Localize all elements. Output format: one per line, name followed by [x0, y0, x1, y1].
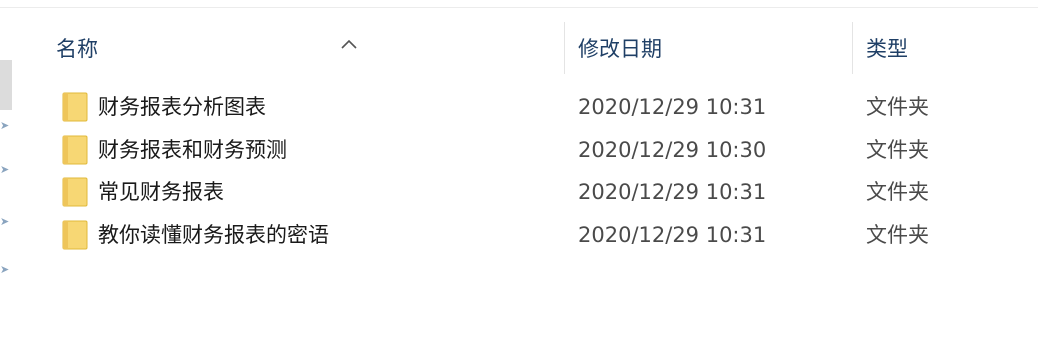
pin-icon[interactable]: ➤: [0, 120, 10, 132]
item-date-modified: 2020/12/29 10:31: [578, 95, 767, 119]
item-date-modified: 2020/12/29 10:30: [578, 137, 767, 162]
column-header-type[interactable]: 类型: [866, 22, 1026, 74]
list-item[interactable]: 教你读懂财务报表的密语 2020/12/29 10:31 文件夹: [56, 214, 1036, 257]
file-explorer-window: ➤ ➤ ➤ ➤ 名称 修改日期 类型 财务报表分析图表 2020/12/29 1…: [0, 0, 1038, 338]
item-type: 文件夹: [866, 95, 929, 119]
list-item[interactable]: 常见财务报表 2020/12/29 10:31 文件夹: [56, 171, 1036, 214]
item-name: 常见财务报表: [98, 180, 224, 204]
column-divider[interactable]: [564, 22, 565, 74]
item-type: 文件夹: [866, 137, 929, 162]
item-date-modified: 2020/12/29 10:31: [578, 180, 767, 204]
file-list: 财务报表分析图表 2020/12/29 10:31 文件夹 财务报表和财务预测 …: [56, 86, 1036, 256]
column-header-name[interactable]: 名称: [56, 22, 564, 74]
top-border: [0, 0, 1038, 8]
pin-icon[interactable]: ➤: [0, 216, 10, 228]
column-header-date-modified[interactable]: 修改日期: [578, 22, 858, 74]
item-name: 教你读懂财务报表的密语: [98, 222, 329, 247]
list-item[interactable]: 财务报表和财务预测 2020/12/29 10:30 文件夹: [56, 129, 1036, 172]
folder-icon: [62, 135, 88, 164]
folder-icon: [62, 177, 88, 207]
item-type: 文件夹: [866, 222, 929, 247]
column-header-bar: 名称 修改日期 类型: [44, 22, 1038, 74]
folder-icon: [62, 92, 88, 122]
pin-icon[interactable]: ➤: [0, 264, 10, 276]
navigation-pane-edge: ➤ ➤ ➤ ➤: [0, 8, 18, 338]
folder-icon: [62, 220, 88, 249]
pin-icon[interactable]: ➤: [0, 164, 10, 176]
list-item[interactable]: 财务报表分析图表 2020/12/29 10:31 文件夹: [56, 86, 1036, 129]
column-divider[interactable]: [852, 22, 853, 74]
item-name: 财务报表分析图表: [98, 95, 266, 119]
item-name: 财务报表和财务预测: [98, 137, 287, 162]
item-type: 文件夹: [866, 180, 929, 204]
nav-scrollbar-thumb[interactable]: [0, 60, 12, 110]
item-date-modified: 2020/12/29 10:31: [578, 222, 767, 247]
